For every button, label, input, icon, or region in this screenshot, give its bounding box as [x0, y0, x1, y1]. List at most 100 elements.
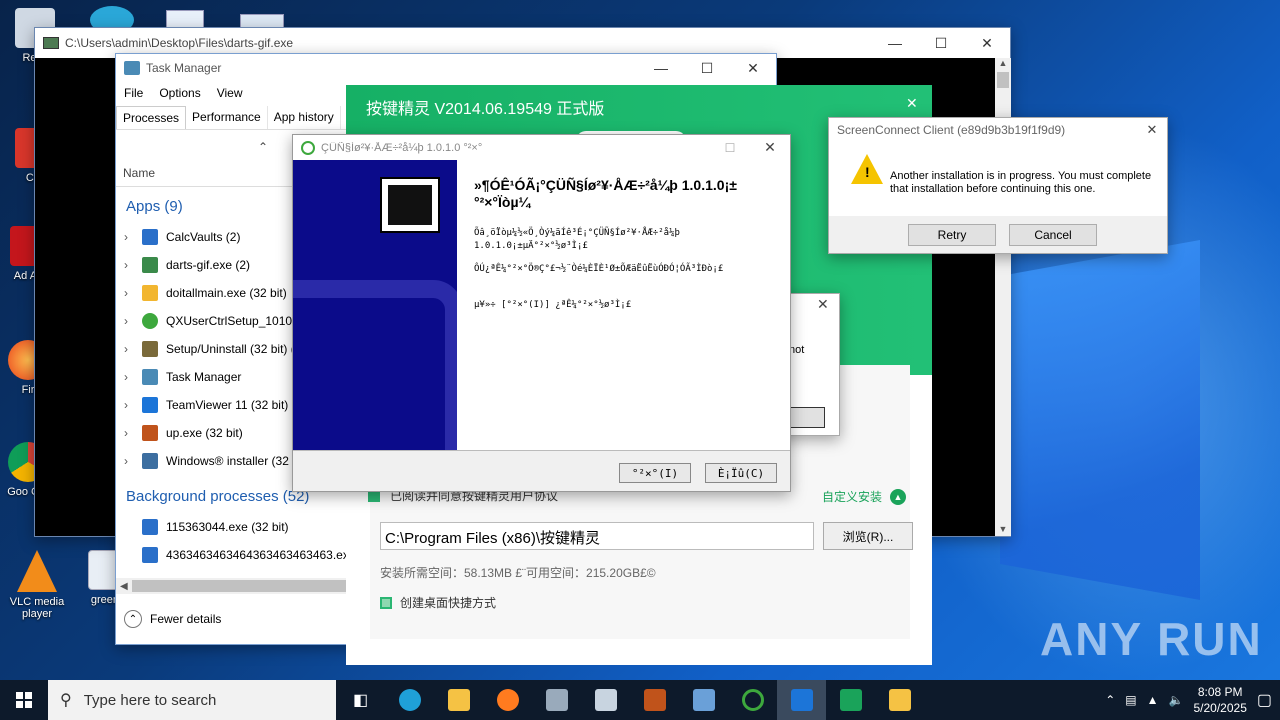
process-row[interactable]: › doitallmain.exe (32 bit) [124, 279, 287, 307]
minimize-icon[interactable]: — [872, 28, 918, 58]
setup-wizard-dialog[interactable]: ÇÜÑ§Íø²¥·ÅÆ÷²å¼þ 1.0.1.0 °²×° ☐ ✕ »¶Ó­Ê¹… [292, 134, 791, 492]
task-view-icon: ◧ [352, 692, 369, 709]
install-button[interactable]: °²×°(I) [619, 463, 691, 483]
install-path-input[interactable]: C:\Program Files (x86)\按键精灵 [380, 522, 814, 550]
chevron-up-icon[interactable]: ⌃ [1105, 693, 1115, 707]
volume-icon[interactable]: 🔈 [1169, 693, 1184, 707]
scroll-left-arrow-icon[interactable]: ◀ [116, 581, 128, 592]
process-row[interactable]: › darts-gif.exe (2) [124, 251, 250, 279]
maximize-icon: ☐ [724, 140, 736, 155]
chevron-right-icon[interactable]: › [124, 230, 134, 244]
sort-chevron-up-icon[interactable]: ⌃ [258, 140, 268, 154]
cancel-button[interactable]: Cancel [1009, 224, 1097, 246]
folder-icon [447, 689, 470, 711]
tab-app-history[interactable]: App history [268, 106, 341, 129]
taskbar-teamviewer[interactable] [777, 680, 826, 720]
tab-processes[interactable]: Processes [116, 106, 187, 129]
process-row[interactable]: 115363044.exe (32 bit) [142, 513, 289, 541]
app-icon [142, 519, 158, 535]
shortcut-checkbox[interactable] [380, 596, 392, 609]
close-icon[interactable]: ✕ [1137, 122, 1167, 138]
app-icon [142, 453, 158, 469]
maximize-icon[interactable]: ☐ [684, 53, 730, 83]
taskbar-window[interactable] [581, 680, 630, 720]
notification-icon[interactable]: ▢ [1257, 690, 1272, 710]
partial-button[interactable] [789, 407, 825, 428]
taskbar-green-app[interactable] [826, 680, 875, 720]
app-icon [142, 313, 158, 329]
setup-titlebar[interactable]: ÇÜÑ§Íø²¥·ÅÆ÷²å¼þ 1.0.1.0 °²×° ☐ ✕ [293, 135, 790, 160]
taskbar-search-box[interactable]: ⚲ Type here to search [48, 680, 336, 720]
screenconnect-dialog[interactable]: ScreenConnect Client (e89d9b3b19f1f9d9) … [828, 117, 1168, 254]
process-row[interactable]: › Windows® installer (32 [124, 447, 289, 475]
minimize-icon[interactable]: — [638, 53, 684, 83]
qx-icon [741, 689, 764, 711]
taskbar: ⚲ Type here to search ◧ ⌃ ▤ ▲ 🔈 8:08 PM … [0, 680, 1280, 720]
menu-file[interactable]: File [124, 86, 143, 100]
chevron-up-circle-icon: ⌃ [124, 610, 142, 628]
chevron-right-icon[interactable]: › [124, 426, 134, 440]
taskbar-photos[interactable] [679, 680, 728, 720]
custom-install-toggle[interactable]: 自定义安装 ▲ [822, 488, 907, 505]
taskbar-up-exe[interactable] [630, 680, 679, 720]
firefox-icon [496, 689, 519, 711]
column-header-name[interactable]: Name [123, 166, 155, 180]
taskbar-folder[interactable] [875, 680, 924, 720]
taskbar-explorer[interactable] [434, 680, 483, 720]
clock[interactable]: 8:08 PM 5/20/2025 [1193, 684, 1246, 716]
chevron-right-icon[interactable]: › [124, 314, 134, 328]
process-row[interactable]: › CalcVaults (2) [124, 223, 240, 251]
close-icon[interactable]: ✕ [750, 139, 790, 156]
desktop-icon-vlc[interactable]: VLC media player [2, 550, 72, 620]
scroll-up-arrow-icon[interactable]: ▲ [995, 58, 1011, 68]
browse-button[interactable]: 浏览(R)... [823, 522, 913, 550]
taskbar-qx[interactable] [728, 680, 777, 720]
tab-performance[interactable]: Performance [186, 106, 268, 129]
taskbar-edge[interactable] [385, 680, 434, 720]
chevron-up-icon: ▲ [890, 488, 907, 505]
partial-message: not [789, 344, 805, 356]
process-row[interactable]: › Task Manager [124, 363, 241, 391]
background-group-header: Background processes (52) [126, 488, 310, 505]
task-view-button[interactable]: ◧ [336, 680, 385, 720]
close-icon[interactable]: ✕ [817, 296, 829, 313]
process-row[interactable]: › TeamViewer 11 (32 bit) ( [124, 391, 296, 419]
horizontal-scrollbar[interactable]: ◀ [116, 578, 348, 594]
desktop-shortcut-row[interactable]: 创建桌面快捷方式 [380, 594, 496, 611]
screenconnect-titlebar[interactable]: ScreenConnect Client (e89d9b3b19f1f9d9) … [829, 118, 1167, 142]
window-icon [594, 689, 617, 711]
folder-icon [142, 285, 158, 301]
process-row[interactable]: 4363463463464363463463463.exe (3 [142, 541, 370, 569]
wizard-paragraph-3: µ¥»÷ [°²×°(I)] ¿ªÊ¼°²×°½ø³Ì¡£ [474, 300, 632, 310]
menu-view[interactable]: View [217, 86, 243, 100]
chevron-right-icon[interactable]: › [124, 258, 134, 272]
scrollbar-thumb[interactable] [132, 580, 348, 592]
process-row[interactable]: › QXUserCtrlSetup_1010.e [124, 307, 302, 335]
wizard-divider [293, 450, 790, 451]
taskbar-installer[interactable] [532, 680, 581, 720]
fewer-details-button[interactable]: ⌃ Fewer details [124, 610, 221, 628]
close-icon[interactable]: ✕ [906, 95, 918, 112]
app-icon [142, 257, 158, 273]
process-row[interactable]: › up.exe (32 bit) [124, 419, 243, 447]
close-icon[interactable]: ✕ [730, 53, 776, 83]
network-icon[interactable]: ▤ [1125, 693, 1136, 707]
start-button[interactable] [0, 680, 48, 720]
cancel-button[interactable]: È¡Ïû(C) [705, 463, 777, 483]
installer-title: 按键精灵 V2014.06.19549 正式版 [366, 101, 605, 118]
chevron-right-icon[interactable]: › [124, 286, 134, 300]
task-manager-titlebar[interactable]: Task Manager — ☐ ✕ [116, 54, 776, 82]
scrollbar-thumb[interactable] [997, 72, 1009, 88]
retry-button[interactable]: Retry [908, 224, 996, 246]
chevron-right-icon[interactable]: › [124, 454, 134, 468]
chevron-right-icon[interactable]: › [124, 342, 134, 356]
wifi-icon[interactable]: ▲ [1147, 693, 1159, 707]
maximize-icon[interactable]: ☐ [918, 28, 964, 58]
scroll-down-arrow-icon[interactable]: ▼ [995, 524, 1011, 534]
chevron-right-icon[interactable]: › [124, 370, 134, 384]
menu-options[interactable]: Options [159, 86, 200, 100]
process-row[interactable]: › Setup/Uninstall (32 bit) ( [124, 335, 295, 363]
chevron-right-icon[interactable]: › [124, 398, 134, 412]
taskbar-firefox[interactable] [483, 680, 532, 720]
close-icon[interactable]: ✕ [964, 28, 1010, 58]
